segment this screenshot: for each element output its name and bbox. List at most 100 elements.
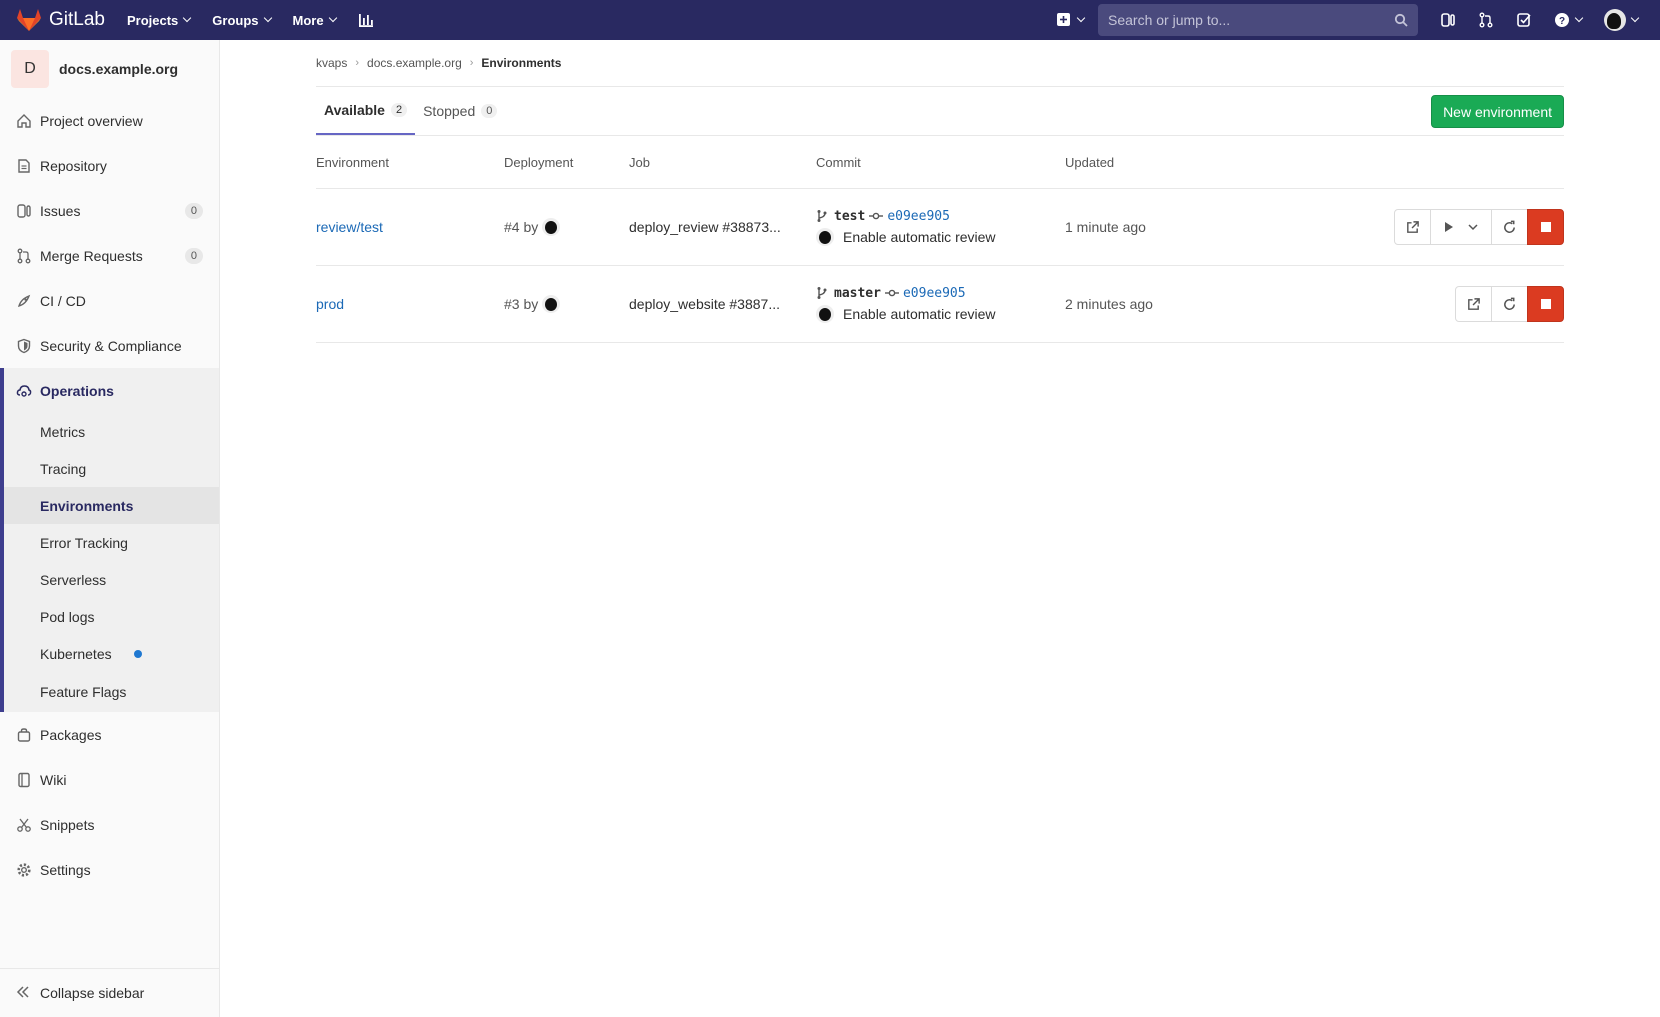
sidebar-item-project-overview[interactable]: Project overview xyxy=(0,98,219,143)
sidebar-item-metrics[interactable]: Metrics xyxy=(4,413,219,450)
avatar[interactable] xyxy=(816,305,834,323)
redeploy-button[interactable] xyxy=(1491,209,1528,245)
merge-requests-count-badge: 0 xyxy=(184,247,203,264)
breadcrumb-item[interactable]: kvaps xyxy=(316,56,347,70)
open-live-environment-button[interactable] xyxy=(1394,209,1431,245)
job-link[interactable]: deploy_review #38873... xyxy=(629,219,789,235)
stop-environment-button[interactable] xyxy=(1527,209,1564,245)
sidebar-item-settings[interactable]: Settings xyxy=(0,847,219,892)
external-link-icon xyxy=(1407,220,1419,233)
column-header-job: Job xyxy=(629,154,650,170)
top-navbar: GitLab Projects Groups More Search or ju… xyxy=(0,0,1660,40)
search-input[interactable]: Search or jump to... xyxy=(1098,4,1418,36)
external-link-icon xyxy=(1468,297,1480,310)
shield-icon xyxy=(16,338,32,354)
column-header-commit: Commit xyxy=(816,154,861,170)
open-live-environment-button[interactable] xyxy=(1455,286,1492,322)
repository-icon xyxy=(16,158,32,174)
sidebar-item-repository[interactable]: Repository xyxy=(0,143,219,188)
merge-requests-nav-button[interactable] xyxy=(1478,12,1494,28)
stop-icon xyxy=(1540,222,1551,232)
question-icon: ? xyxy=(1555,13,1569,27)
todos-nav-button[interactable] xyxy=(1516,12,1532,28)
chevron-down-icon xyxy=(328,13,337,23)
stop-icon xyxy=(1540,299,1551,309)
nav-groups-label: Groups xyxy=(212,12,259,28)
environment-link[interactable]: prod xyxy=(316,296,344,312)
sidebar-item-packages[interactable]: Packages xyxy=(0,712,219,757)
commit-icon xyxy=(869,211,884,221)
plus-square-icon xyxy=(1057,13,1070,26)
help-dropdown[interactable]: ? xyxy=(1554,12,1584,28)
chevron-down-icon xyxy=(1076,13,1086,23)
commit-sha[interactable]: e09ee905 xyxy=(903,286,966,301)
tab-count-badge: 2 xyxy=(390,103,408,117)
branch-name[interactable]: master xyxy=(834,286,881,301)
table-row: prod #3 by deploy_website #3887... maste… xyxy=(316,266,1564,343)
commit-sha[interactable]: e09ee905 xyxy=(887,209,950,224)
operations-section: Operations Metrics Tracing Environments … xyxy=(0,368,219,712)
branch-name[interactable]: test xyxy=(834,209,865,224)
deploy-actions-dropdown[interactable] xyxy=(1430,209,1492,245)
search-icon xyxy=(1394,13,1408,27)
sidebar-item-label: Settings xyxy=(40,861,91,878)
tab-available[interactable]: Available 2 xyxy=(316,87,416,135)
commit-message[interactable]: Enable automatic review xyxy=(843,306,996,322)
breadcrumb-current[interactable]: Environments xyxy=(481,56,561,70)
chevron-down-icon xyxy=(1574,13,1584,23)
sidebar-item-environments[interactable]: Environments xyxy=(4,487,219,524)
collapse-sidebar-button[interactable]: Collapse sidebar xyxy=(0,968,219,1017)
avatar[interactable] xyxy=(816,228,834,246)
sidebar-item-wiki[interactable]: Wiki xyxy=(0,757,219,802)
deployment-info: #4 by xyxy=(504,218,629,236)
sidebar-item-label: Operations xyxy=(40,382,114,399)
issues-icon xyxy=(16,203,32,219)
sidebar-item-label: Issues xyxy=(40,202,81,219)
commit-message[interactable]: Enable automatic review xyxy=(843,229,996,245)
breadcrumb-item[interactable]: docs.example.org xyxy=(367,56,462,70)
avatar[interactable] xyxy=(542,218,561,236)
redeploy-button[interactable] xyxy=(1491,286,1528,322)
stop-environment-button[interactable] xyxy=(1527,286,1564,322)
gitlab-logo[interactable]: GitLab xyxy=(16,0,105,40)
user-menu-dropdown[interactable] xyxy=(1604,9,1640,31)
sidebar-item-serverless[interactable]: Serverless xyxy=(4,561,219,598)
todo-check-icon xyxy=(1517,13,1531,27)
avatar[interactable] xyxy=(542,295,561,313)
column-header-deployment: Deployment xyxy=(504,154,574,170)
double-chevron-left-icon xyxy=(16,985,30,1002)
svg-text:?: ? xyxy=(1559,16,1565,27)
sidebar-item-merge-requests[interactable]: Merge Requests 0 xyxy=(0,233,219,278)
tab-stopped[interactable]: Stopped 0 xyxy=(415,87,505,135)
sidebar-item-kubernetes[interactable]: Kubernetes xyxy=(4,635,219,672)
new-item-dropdown[interactable] xyxy=(1056,12,1086,28)
deployment-number: #4 by xyxy=(504,219,539,235)
project-header[interactable]: D docs.example.org xyxy=(0,40,219,98)
column-header-updated: Updated xyxy=(1065,154,1115,170)
nav-more[interactable]: More xyxy=(293,13,337,28)
sidebar-item-feature-flags[interactable]: Feature Flags xyxy=(4,672,219,712)
new-environment-button[interactable]: New environment xyxy=(1431,95,1564,128)
sidebar-item-snippets[interactable]: Snippets xyxy=(0,802,219,847)
sidebar-item-tracing[interactable]: Tracing xyxy=(4,450,219,487)
gear-icon xyxy=(16,862,32,878)
nav-projects[interactable]: Projects xyxy=(127,13,192,28)
sidebar-item-ci-cd[interactable]: CI / CD xyxy=(0,278,219,323)
environment-tabs: Available 2 Stopped 0 New environment xyxy=(316,87,1564,136)
sidebar-item-pod-logs[interactable]: Pod logs xyxy=(4,598,219,635)
merge-request-icon xyxy=(1479,12,1493,28)
sidebar-item-issues[interactable]: Issues 0 xyxy=(0,188,219,233)
sidebar-item-label: Wiki xyxy=(40,771,67,788)
commit-icon xyxy=(884,288,899,298)
environment-link[interactable]: review/test xyxy=(316,219,383,235)
retry-icon xyxy=(1504,220,1515,233)
nav-groups[interactable]: Groups xyxy=(212,12,272,28)
sidebar-item-label: Project overview xyxy=(40,112,143,129)
activity-chart-icon[interactable] xyxy=(358,12,374,28)
job-link[interactable]: deploy_website #3887... xyxy=(629,296,789,312)
sidebar-item-operations[interactable]: Operations xyxy=(4,368,219,413)
sidebar-item-error-tracking[interactable]: Error Tracking xyxy=(4,524,219,561)
play-icon xyxy=(1445,222,1453,232)
sidebar-item-security-compliance[interactable]: Security & Compliance xyxy=(0,323,219,368)
issues-nav-button[interactable] xyxy=(1440,12,1456,28)
